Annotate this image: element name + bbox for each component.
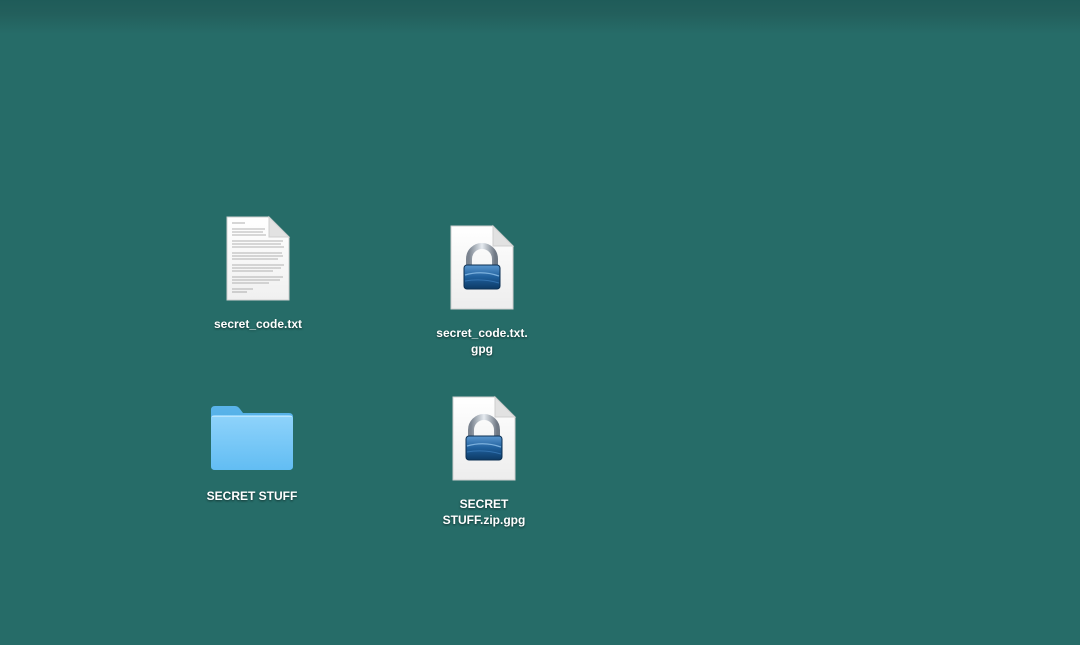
folder-icon bbox=[211, 406, 293, 470]
desktop-icon-secret-code-txt[interactable]: secret_code.txt bbox=[193, 214, 323, 332]
text-document-icon bbox=[226, 215, 291, 301]
desktop-icon-label: secret_code.txt. gpg bbox=[436, 326, 528, 356]
desktop-icon-label: SECRET STUFF.zip.gpg bbox=[442, 497, 526, 527]
desktop[interactable]: secret_code.txt secret_code.txt. gpg SEC… bbox=[0, 0, 1080, 645]
desktop-icon-label: secret_code.txt bbox=[213, 317, 303, 331]
desktop-icon-secret-code-txt-gpg[interactable]: secret_code.txt. gpg bbox=[417, 223, 547, 357]
desktop-icon-secret-stuff-zip-gpg[interactable]: SECRET STUFF.zip.gpg bbox=[419, 394, 549, 528]
desktop-icon-secret-stuff-folder[interactable]: SECRET STUFF bbox=[187, 400, 317, 504]
desktop-icon-label: SECRET STUFF bbox=[206, 489, 298, 503]
encrypted-file-lock-icon bbox=[452, 395, 517, 481]
encrypted-file-lock-icon bbox=[450, 224, 515, 310]
